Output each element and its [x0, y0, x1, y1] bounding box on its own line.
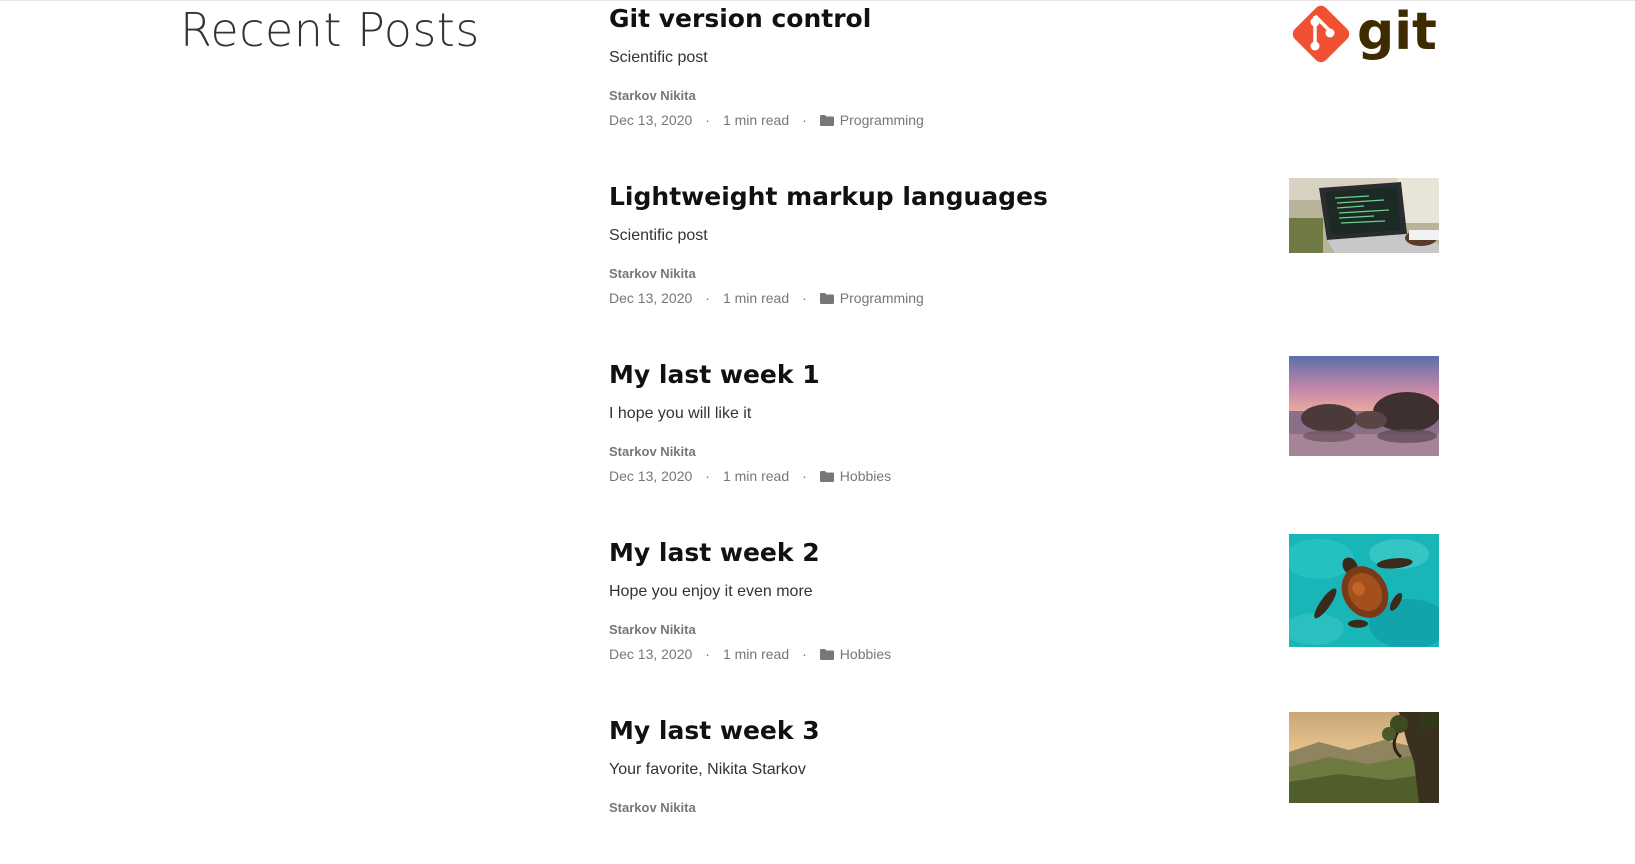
folder-icon: [819, 292, 834, 304]
post-subtitle: Scientific post: [609, 227, 708, 244]
post-thumbnail[interactable]: git: [1289, 2, 1439, 66]
meta-separator: ·: [802, 290, 807, 306]
post-title-link[interactable]: My last week 2: [609, 536, 820, 570]
post-title-link[interactable]: Git version control: [609, 2, 871, 36]
post-date: Dec 13, 2020: [609, 290, 693, 306]
meta-separator: ·: [705, 112, 710, 128]
post-subtitle: Scientific post: [609, 49, 708, 66]
post-author: Starkov Nikita: [609, 88, 696, 103]
post-author: Starkov Nikita: [609, 444, 696, 459]
post-subtitle: Hope you enjoy it even more: [609, 583, 813, 600]
post-read-time: 1 min read: [722, 646, 790, 662]
top-divider: [0, 0, 1635, 1]
post-thumbnail[interactable]: [1289, 712, 1439, 803]
post-date: Dec 13, 2020: [609, 468, 693, 484]
folder-icon: [819, 470, 834, 482]
post-card: Git version control Scientific post Star…: [609, 2, 1439, 152]
post-thumbnail[interactable]: [1289, 534, 1439, 647]
meta-separator: ·: [802, 646, 807, 662]
post-card: My last week 1 I hope you will like it S…: [609, 356, 1439, 508]
post-meta: Dec 13, 2020 · 1 min read · Programming: [609, 111, 924, 129]
section-title: Recent Posts: [180, 3, 480, 57]
post-read-time: 1 min read: [722, 112, 790, 128]
post-subtitle: Your favorite, Nikita Starkov: [609, 761, 806, 778]
git-logo-text: git: [1357, 2, 1437, 62]
post-author: Starkov Nikita: [609, 800, 696, 815]
meta-separator: ·: [705, 468, 710, 484]
post-category-link[interactable]: Programming: [840, 111, 924, 129]
post-subtitle: I hope you will like it: [609, 405, 752, 422]
post-meta: Dec 13, 2020 · 1 min read · Hobbies: [609, 467, 891, 485]
post-author: Starkov Nikita: [609, 266, 696, 281]
post-meta: Dec 13, 2020 · 1 min read · Programming: [609, 289, 924, 307]
meta-separator: ·: [802, 468, 807, 484]
post-read-time: 1 min read: [722, 468, 790, 484]
meta-separator: ·: [802, 112, 807, 128]
post-meta: Dec 13, 2020 · 1 min read · Hobbies: [609, 645, 891, 663]
laptop-code-photo: [1289, 178, 1439, 253]
meta-separator: ·: [705, 290, 710, 306]
beach-boulders-photo: [1289, 356, 1439, 456]
post-title-link[interactable]: My last week 1: [609, 358, 820, 392]
post-thumbnail[interactable]: [1289, 356, 1439, 456]
post-date: Dec 13, 2020: [609, 112, 693, 128]
mountain-valley-photo: [1289, 712, 1439, 803]
sea-turtle-photo: [1289, 534, 1439, 647]
post-category-link[interactable]: Hobbies: [840, 645, 891, 663]
post-category-link[interactable]: Programming: [840, 289, 924, 307]
post-card: My last week 3 Your favorite, Nikita Sta…: [609, 712, 1439, 864]
post-author: Starkov Nikita: [609, 622, 696, 637]
post-card: Lightweight markup languages Scientific …: [609, 178, 1439, 330]
post-date: Dec 13, 2020: [609, 646, 693, 662]
post-category-link[interactable]: Hobbies: [840, 467, 891, 485]
post-title-link[interactable]: Lightweight markup languages: [609, 180, 1048, 214]
post-card: My last week 2 Hope you enjoy it even mo…: [609, 534, 1439, 686]
folder-icon: [819, 648, 834, 660]
post-title-link[interactable]: My last week 3: [609, 714, 820, 748]
post-thumbnail[interactable]: [1289, 178, 1439, 253]
folder-icon: [819, 114, 834, 126]
git-logo: git: [1292, 2, 1437, 63]
meta-separator: ·: [705, 646, 710, 662]
post-read-time: 1 min read: [722, 290, 790, 306]
